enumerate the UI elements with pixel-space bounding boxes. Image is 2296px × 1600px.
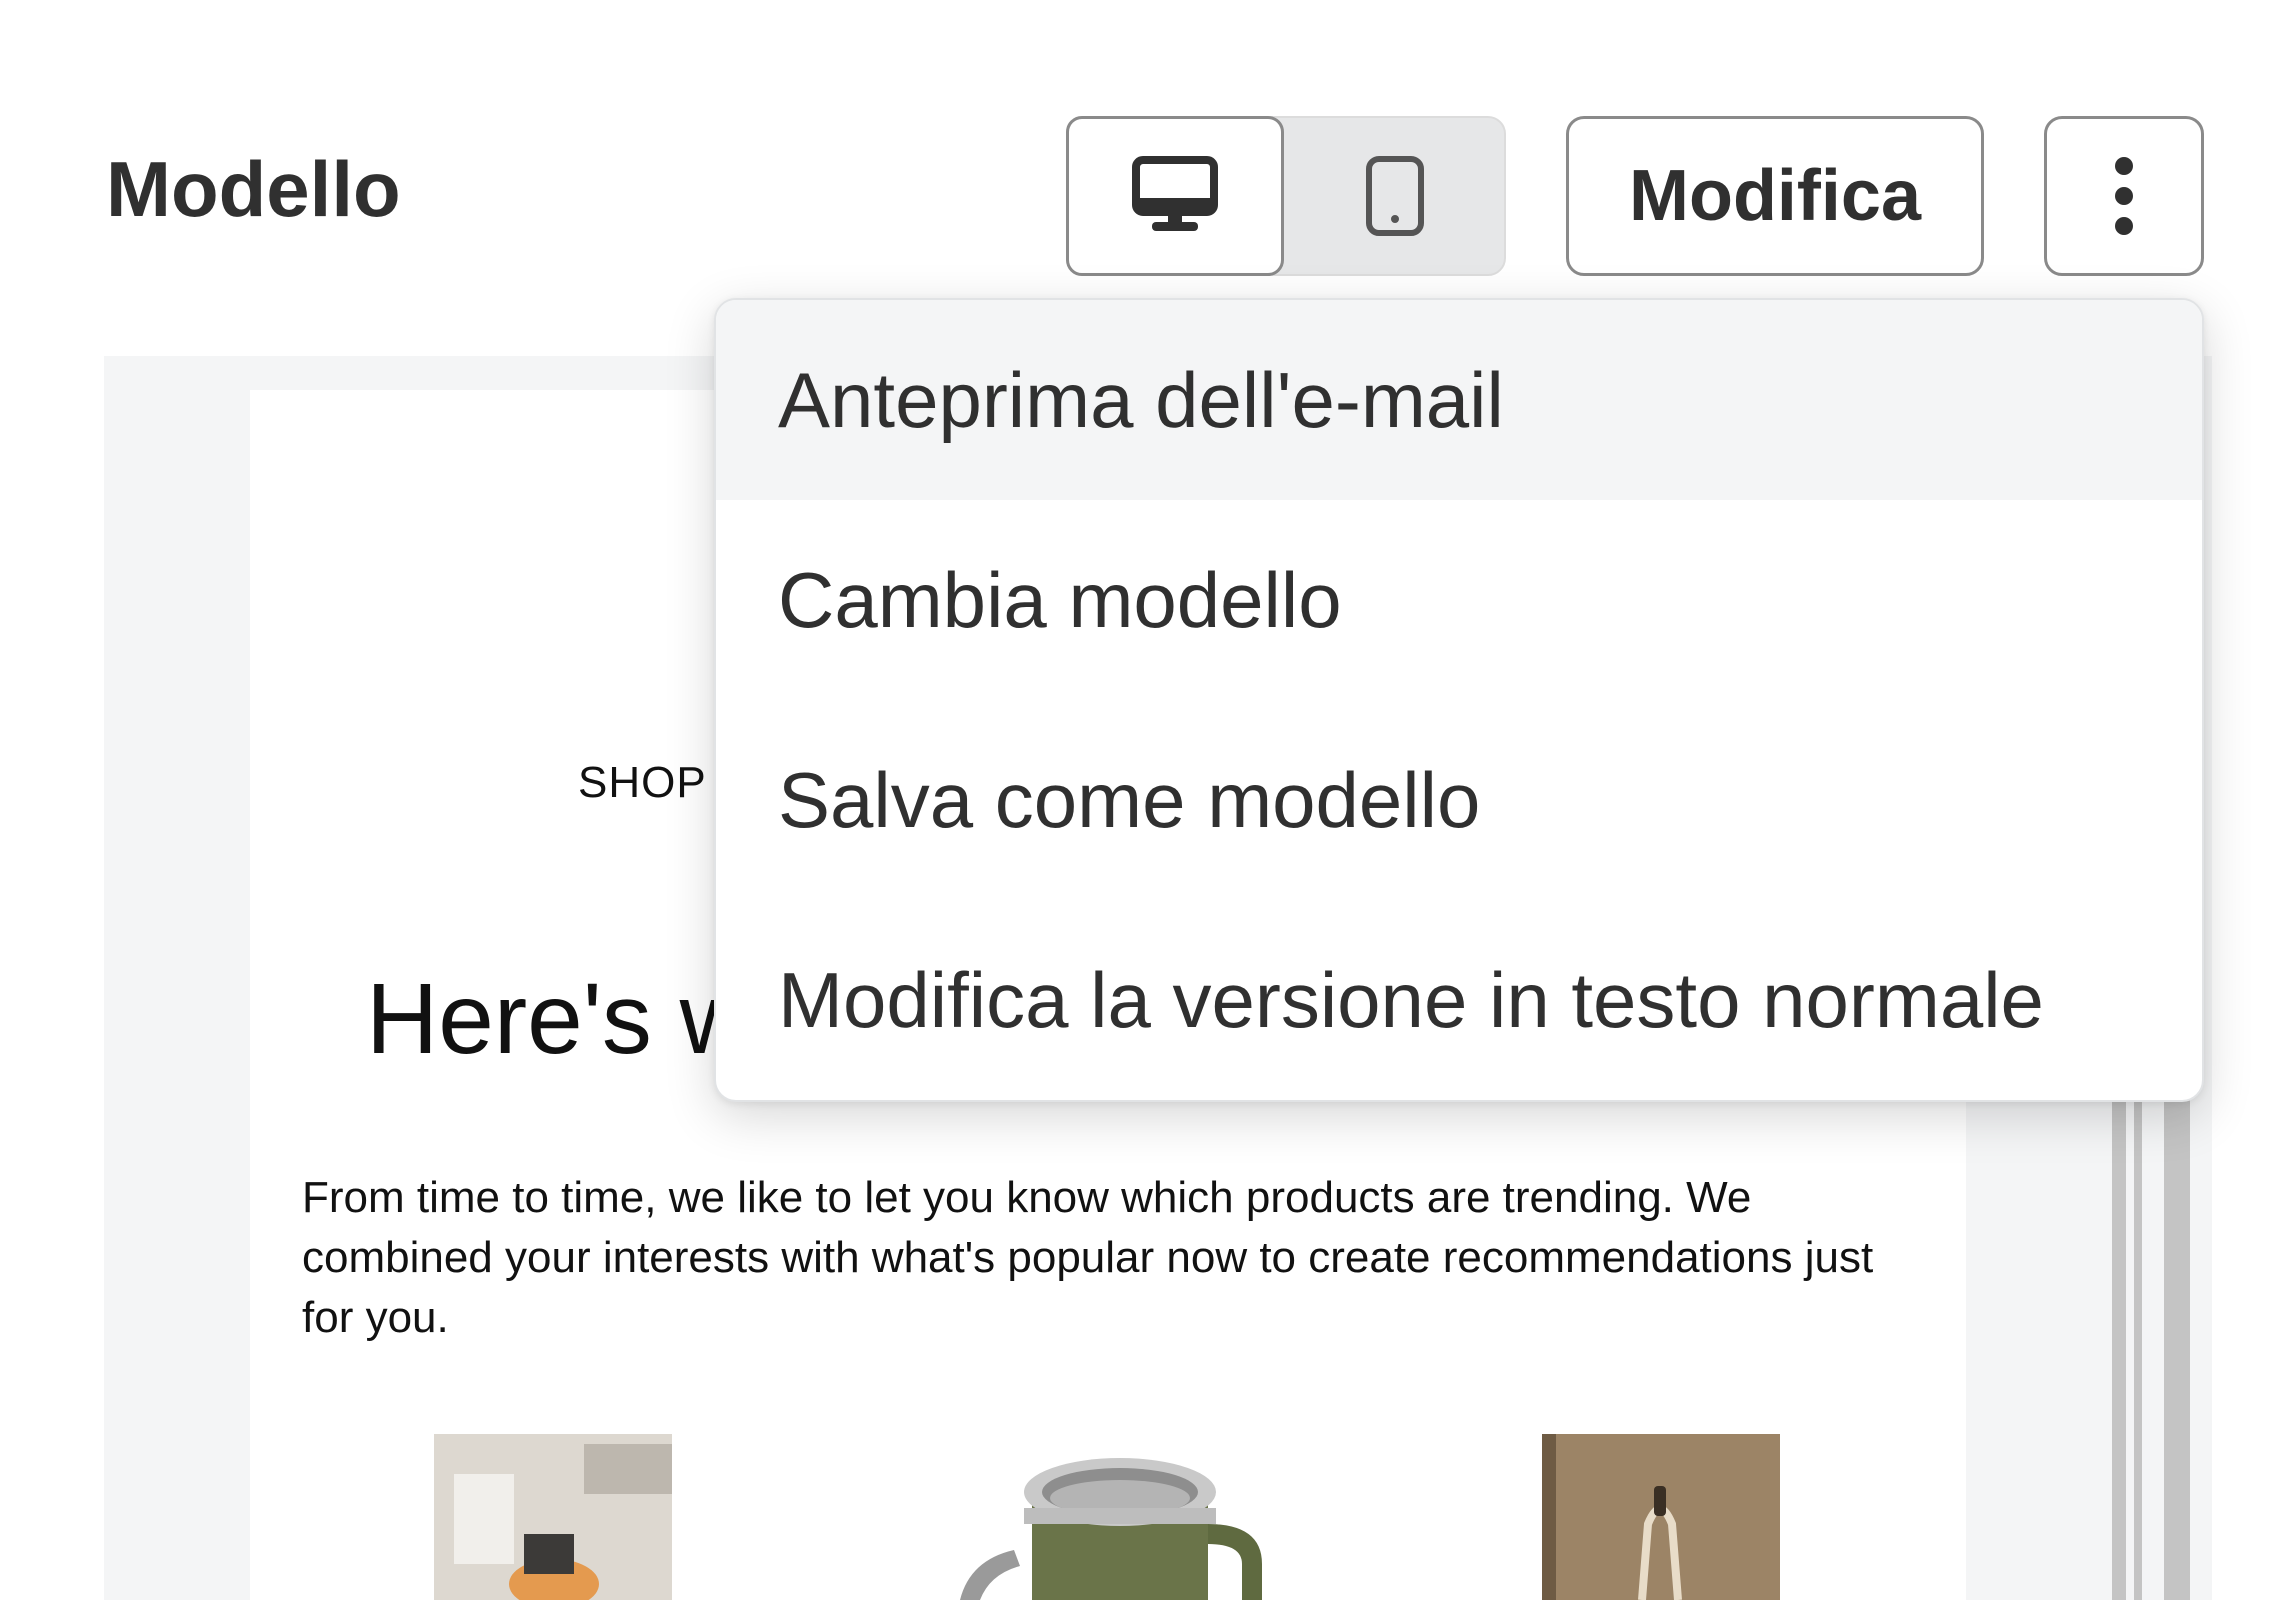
view-toggle: [1066, 116, 1506, 276]
preview-scrollbar[interactable]: [2112, 1100, 2192, 1600]
menu-item-label: Salva come modello: [778, 755, 1481, 844]
edit-button[interactable]: Modifica: [1566, 116, 1984, 276]
menu-item-label: Modifica la versione in testo normale: [778, 955, 2044, 1044]
desktop-view-button[interactable]: [1066, 116, 1284, 276]
page-title: Modello: [106, 145, 401, 233]
menu-item-preview-email[interactable]: Anteprima dell'e-mail: [716, 300, 2202, 500]
product-image-tote-bag: [1542, 1434, 1780, 1600]
mobile-view-button[interactable]: [1286, 118, 1504, 274]
menu-item-save-as-template[interactable]: Salva come modello: [716, 700, 2202, 900]
email-body-text: From time to time, we like to let you kn…: [302, 1173, 1874, 1342]
menu-item-change-template[interactable]: Cambia modello: [716, 500, 2202, 700]
template-editor: Modello Modifica SHOP Here's w From time…: [0, 0, 2296, 1600]
email-shop-label: SHOP: [578, 758, 707, 807]
menu-item-label: Cambia modello: [778, 555, 1342, 644]
product-image-kitchen: [434, 1434, 672, 1600]
menu-item-label: Anteprima dell'e-mail: [778, 355, 1504, 444]
more-vertical-icon: [2115, 157, 2133, 235]
email-headline: Here's w: [366, 963, 752, 1075]
mobile-icon: [1366, 156, 1424, 236]
product-image-mug: [950, 1434, 1290, 1600]
more-actions-menu: Anteprima dell'e-mail Cambia modello Sal…: [714, 298, 2204, 1102]
more-actions-button[interactable]: [2044, 116, 2204, 276]
desktop-icon: [1132, 156, 1218, 231]
menu-item-edit-plain-text[interactable]: Modifica la versione in testo normale: [716, 900, 2202, 1100]
